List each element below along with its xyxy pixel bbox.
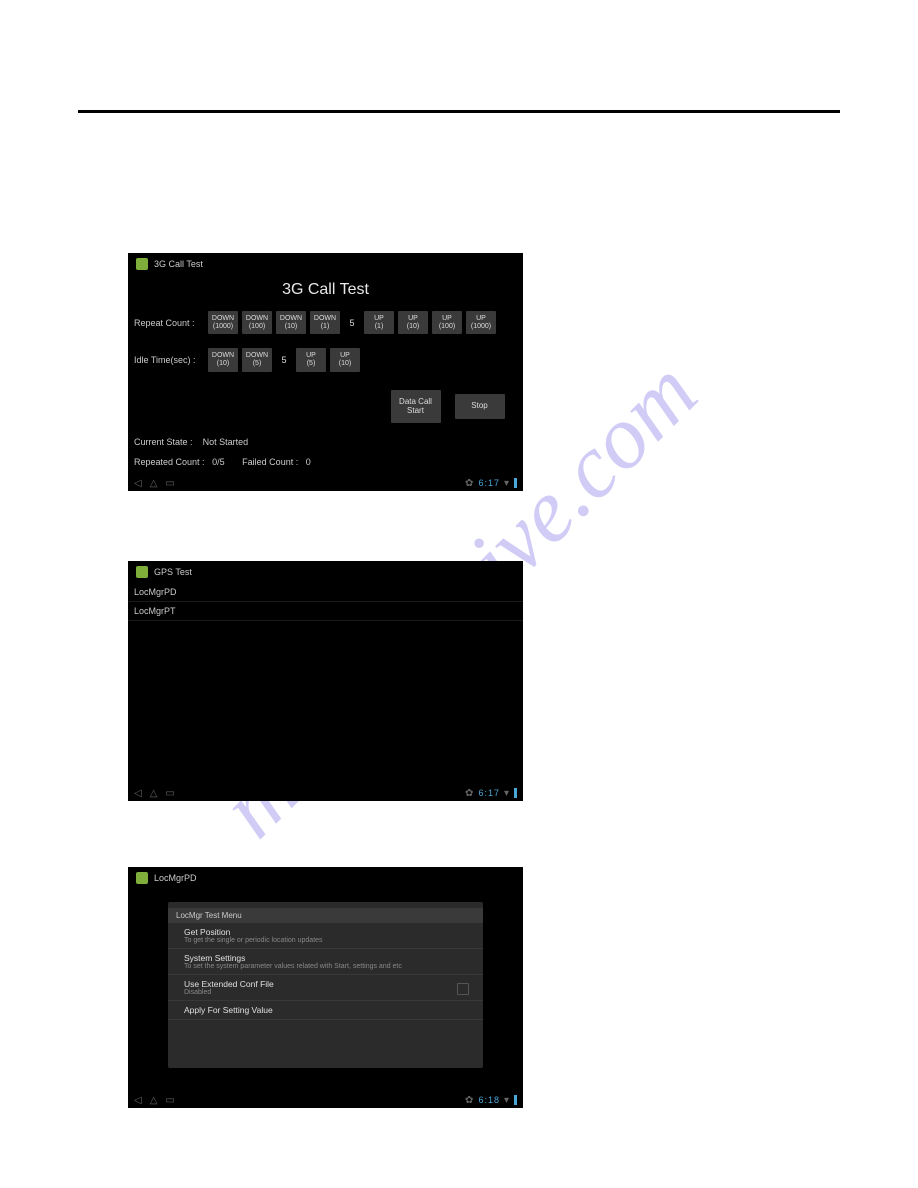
idle-up-5-button[interactable]: UP(5) (296, 348, 326, 371)
menu-item-apply-setting[interactable]: Apply For Setting Value (168, 1001, 483, 1020)
back-icon[interactable]: ◁ (134, 788, 142, 799)
checkbox-icon[interactable] (457, 983, 469, 995)
idle-time-row: Idle Time(sec) : DOWN(10) DOWN(5) 5 UP(5… (128, 346, 523, 373)
idle-down-10-button[interactable]: DOWN(10) (208, 348, 238, 371)
failcount-label: Failed Count : (242, 457, 298, 467)
idle-down-5-button[interactable]: DOWN(5) (242, 348, 272, 371)
stop-button[interactable]: Stop (455, 394, 505, 419)
signal-icon: ▾ (504, 1095, 510, 1106)
signal-icon: ▾ (504, 478, 510, 489)
title-bar: LocMgrPD (128, 867, 523, 889)
app-title: 3G Call Test (154, 259, 203, 269)
state-label: Current State : (134, 437, 193, 447)
recent-icon[interactable]: ▭ (165, 788, 174, 799)
down-100-button[interactable]: DOWN(100) (242, 311, 272, 334)
app-icon (136, 566, 148, 578)
down-10-button[interactable]: DOWN(10) (276, 311, 306, 334)
android-navbar: ◁ △ ▭ ✿ 6:17 ▾ (128, 475, 523, 491)
item-title: Use Extended Conf File (184, 979, 467, 989)
counts-line: Repeated Count : 0/5 Failed Count : 0 (128, 455, 523, 469)
back-icon[interactable]: ◁ (134, 478, 142, 489)
idle-label: Idle Time(sec) : (134, 355, 204, 365)
recent-icon[interactable]: ▭ (165, 1095, 174, 1106)
battery-icon (514, 788, 517, 798)
back-icon[interactable]: ◁ (134, 1095, 142, 1106)
signal-icon: ▾ (504, 788, 510, 799)
screen-title: 3G Call Test (128, 281, 523, 299)
panel-header: LocMgr Test Menu (168, 908, 483, 923)
android-navbar: ◁ △ ▭ ✿ 6:18 ▾ (128, 1092, 523, 1108)
failcount-value: 0 (306, 457, 311, 467)
up-1-button[interactable]: UP(1) (364, 311, 394, 334)
app-title: LocMgrPD (154, 873, 197, 883)
menu-item-system-settings[interactable]: System Settings To set the system parame… (168, 949, 483, 975)
title-bar: 3G Call Test (128, 253, 523, 275)
tablet-screenshot-locmgrpd: LocMgrPD LocMgr Test Menu Get Position T… (128, 867, 523, 1108)
idle-value: 5 (276, 355, 292, 365)
up-10-button[interactable]: UP(10) (398, 311, 428, 334)
tablet-screenshot-3g-call-test: 3G Call Test 3G Call Test Repeat Count :… (128, 253, 523, 491)
clock-text: 6:17 (478, 478, 500, 488)
horizontal-rule (78, 110, 840, 113)
down-1000-button[interactable]: DOWN(1000) (208, 311, 238, 334)
state-value: Not Started (203, 437, 249, 447)
menu-item-get-position[interactable]: Get Position To get the single or period… (168, 923, 483, 949)
clock-text: 6:17 (478, 788, 500, 798)
repcount-value: 0/5 (212, 457, 225, 467)
action-row: Data CallStart Stop (128, 388, 523, 426)
app-icon (136, 258, 148, 270)
tablet-screenshot-gps-test: GPS Test LocMgrPD LocMgrPT ◁ △ ▭ ✿ 6:17 … (128, 561, 523, 801)
document-page: manualshive.com 3G Call Test 3G Call Tes… (0, 0, 918, 1188)
home-icon[interactable]: △ (150, 788, 158, 799)
repeat-count-row: Repeat Count : DOWN(1000) DOWN(100) DOWN… (128, 309, 523, 336)
battery-icon (514, 1095, 517, 1105)
repeat-value: 5 (344, 318, 360, 328)
item-subtitle: To get the single or periodic location u… (184, 937, 467, 944)
app-icon (136, 872, 148, 884)
item-title: Apply For Setting Value (184, 1005, 467, 1015)
menu-item-extended-conf[interactable]: Use Extended Conf File Disabled (168, 975, 483, 1001)
home-icon[interactable]: △ (150, 1095, 158, 1106)
home-icon[interactable]: △ (150, 478, 158, 489)
item-title: Get Position (184, 927, 467, 937)
recent-icon[interactable]: ▭ (165, 478, 174, 489)
list-item-locmgrpt[interactable]: LocMgrPT (128, 602, 523, 621)
item-subtitle: Disabled (184, 989, 467, 996)
up-1000-button[interactable]: UP(1000) (466, 311, 496, 334)
idle-up-10-button[interactable]: UP(10) (330, 348, 360, 371)
status-icon: ✿ (465, 478, 474, 489)
down-1-button[interactable]: DOWN(1) (310, 311, 340, 334)
android-navbar: ◁ △ ▭ ✿ 6:17 ▾ (128, 785, 523, 801)
repcount-label: Repeated Count : (134, 457, 205, 467)
list-item-locmgrpd[interactable]: LocMgrPD (128, 583, 523, 602)
settings-panel: LocMgr Test Menu Get Position To get the… (168, 902, 483, 1068)
clock-text: 6:18 (478, 1095, 500, 1105)
status-icon: ✿ (465, 1095, 474, 1106)
data-call-start-button[interactable]: Data CallStart (391, 390, 441, 424)
battery-icon (514, 478, 517, 488)
item-title: System Settings (184, 953, 467, 963)
item-subtitle: To set the system parameter values relat… (184, 963, 467, 970)
up-100-button[interactable]: UP(100) (432, 311, 462, 334)
repeat-label: Repeat Count : (134, 318, 204, 328)
current-state-line: Current State : Not Started (128, 435, 523, 449)
title-bar: GPS Test (128, 561, 523, 583)
app-title: GPS Test (154, 567, 192, 577)
status-icon: ✿ (465, 788, 474, 799)
